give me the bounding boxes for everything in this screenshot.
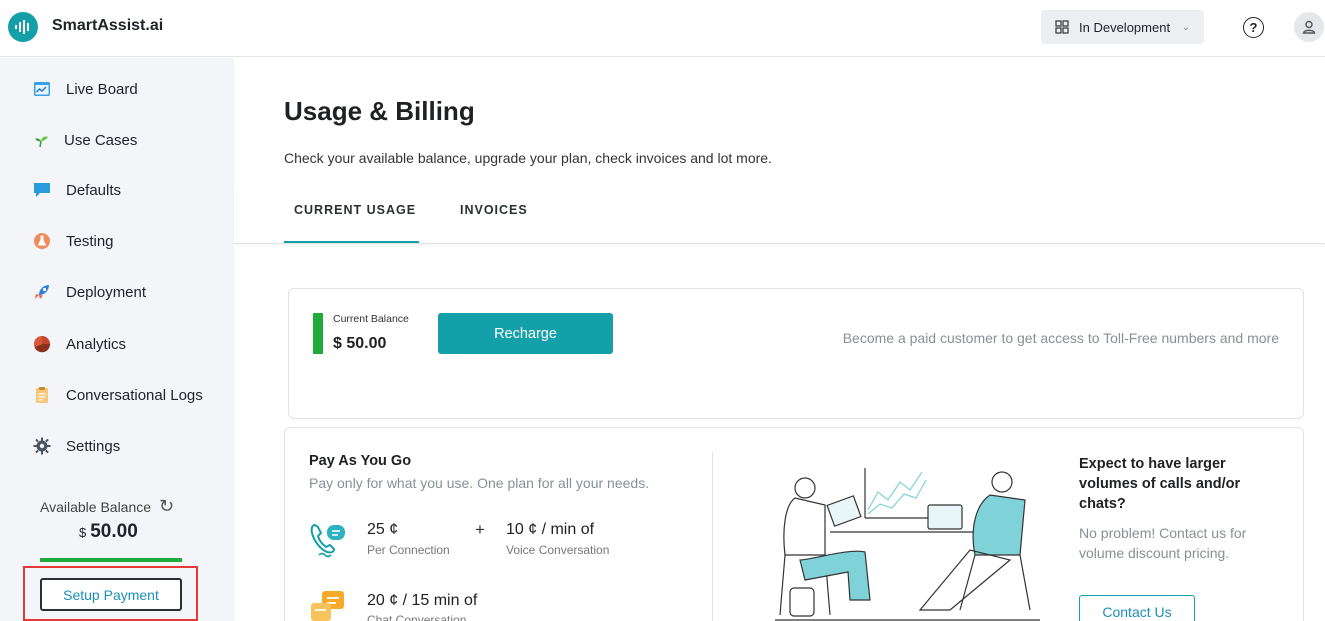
currency-symbol: $ xyxy=(79,525,87,540)
tab-invoices[interactable]: INVOICES xyxy=(460,203,528,217)
sidebar-item-conversational-logs[interactable]: Conversational Logs xyxy=(0,377,234,413)
top-bar: SmartAssist.ai In Development ⌄ ? xyxy=(0,0,1325,57)
enterprise-title: Expect to have larger volumes of calls a… xyxy=(1079,456,1241,512)
sidebar-item-deployment[interactable]: Deployment xyxy=(0,274,234,310)
sidebar-item-label: Deployment xyxy=(66,283,147,301)
sidebar-item-defaults[interactable]: Defaults xyxy=(0,172,234,208)
clipboard-icon xyxy=(33,386,51,404)
sidebar-item-settings[interactable]: Settings xyxy=(0,428,234,464)
sidebar-item-label: Defaults xyxy=(66,181,122,199)
rate-voice-value: 10 ¢ / min of xyxy=(506,521,595,538)
flask-icon xyxy=(33,232,51,250)
card-divider xyxy=(712,452,713,621)
rate-voice-desc: Voice Conversation xyxy=(506,543,610,557)
chat-bubble-icon xyxy=(33,181,51,199)
rocket-icon xyxy=(33,283,51,301)
plus-sign: + xyxy=(475,520,485,539)
sidebar-item-label: Settings xyxy=(66,437,121,455)
chat-messages-icon xyxy=(309,589,349,621)
page-title: Usage & Billing xyxy=(284,96,475,126)
active-tab-indicator xyxy=(284,241,419,243)
rate-connection-desc: Per Connection xyxy=(367,543,450,557)
rate-chat-value: 20 ¢ / 15 min of xyxy=(367,592,478,609)
logo-icon xyxy=(8,12,38,42)
balance-value: 50.00 xyxy=(90,521,138,542)
balance-indicator-bar xyxy=(313,313,323,354)
avatar[interactable] xyxy=(1294,12,1324,42)
tab-bar: CURRENT USAGE INVOICES xyxy=(234,184,1325,244)
setup-payment-button[interactable]: Setup Payment xyxy=(40,578,182,611)
rate-chat-desc: Chat Conversation xyxy=(367,613,467,621)
chevron-down-icon: ⌄ xyxy=(1181,21,1190,33)
available-balance-amount: $50.00 xyxy=(79,521,138,543)
sidebar-item-live-board[interactable]: Live Board xyxy=(0,71,234,107)
tab-current-usage[interactable]: CURRENT USAGE xyxy=(294,203,416,217)
payg-title: Pay As You Go xyxy=(309,453,412,469)
grid-icon xyxy=(1055,20,1069,34)
enterprise-subtitle: No problem! Contact us for volume discou… xyxy=(1079,525,1247,561)
user-icon xyxy=(1302,20,1316,34)
sidebar-item-use-cases[interactable]: Use Cases xyxy=(0,122,234,158)
sprout-icon xyxy=(33,131,51,149)
paid-customer-promo: Become a paid customer to get access to … xyxy=(842,330,1279,346)
current-balance-value: $ 50.00 xyxy=(333,335,387,352)
sidebar-item-label: Conversational Logs xyxy=(66,386,203,404)
analytics-icon xyxy=(33,335,51,353)
balance-progress-bar xyxy=(40,558,182,562)
environment-select[interactable]: In Development ⌄ xyxy=(1041,10,1204,44)
available-balance-label: Available Balance ↻ xyxy=(40,496,174,517)
rate-connection-value: 25 ¢ xyxy=(367,521,399,538)
sidebar-item-label: Use Cases xyxy=(64,131,138,149)
available-balance-text: Available Balance xyxy=(40,498,152,515)
sidebar-item-analytics[interactable]: Analytics xyxy=(0,326,234,362)
current-balance-label: Current Balance xyxy=(333,313,409,325)
app-title: SmartAssist.ai xyxy=(52,17,164,34)
refresh-icon[interactable]: ↻ xyxy=(159,496,174,517)
phone-chat-icon xyxy=(309,519,349,559)
sidebar-item-label: Analytics xyxy=(66,335,127,353)
payg-subtitle: Pay only for what you use. One plan for … xyxy=(309,475,650,491)
recharge-button[interactable]: Recharge xyxy=(438,313,613,354)
live-board-icon xyxy=(33,80,51,98)
sidebar-item-testing[interactable]: Testing xyxy=(0,223,234,259)
page-subtitle: Check your available balance, upgrade yo… xyxy=(284,150,772,166)
gear-icon xyxy=(33,437,51,455)
contact-us-button[interactable]: Contact Us xyxy=(1079,595,1195,621)
sidebar-item-label: Testing xyxy=(66,232,114,250)
sidebar-item-label: Live Board xyxy=(66,80,138,98)
people-working-illustration xyxy=(770,460,1045,621)
help-icon[interactable]: ? xyxy=(1243,17,1264,38)
environment-label: In Development xyxy=(1079,19,1171,35)
